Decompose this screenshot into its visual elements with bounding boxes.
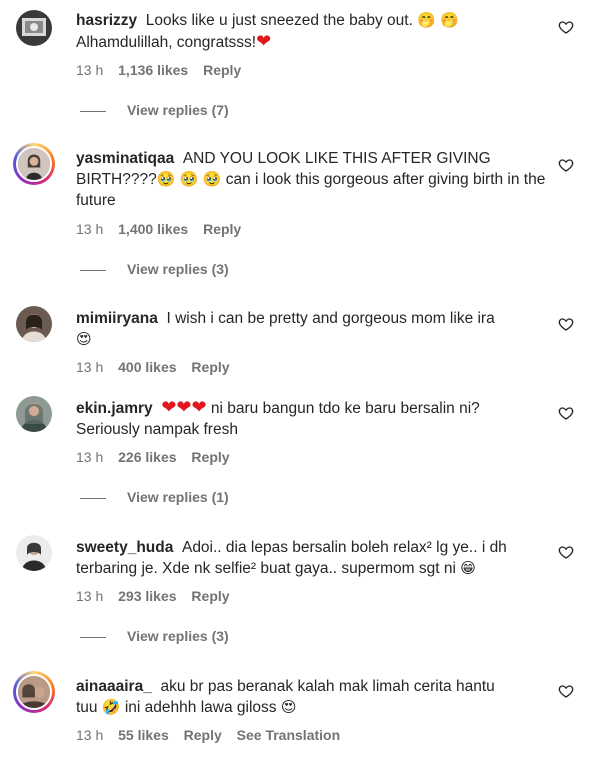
like-heart-icon[interactable] [558,19,574,35]
divider-line [80,110,106,112]
view-replies-label: View replies (7) [127,102,229,118]
comment-likes[interactable]: 55 likes [118,727,169,743]
comment-time[interactable]: 13 h [76,449,103,465]
comment-time[interactable]: 13 h [76,359,103,375]
like-heart-icon[interactable] [558,544,574,560]
comment-likes[interactable]: 293 likes [118,588,176,604]
reply-button[interactable]: Reply [203,62,241,78]
like-heart-icon[interactable] [558,157,574,173]
avatar-image [18,676,50,708]
comment-text: sweety_huda Adoi.. dia lepas bersalin bo… [76,537,546,579]
avatar-image [16,396,52,432]
comment-meta: 13 h 1,400 likes Reply [76,221,252,237]
comment-text: yasminatiqaa AND YOU LOOK LIKE THIS AFTE… [76,148,546,211]
comment-username[interactable]: yasminatiqaa [76,150,174,167]
comment-text: hasrizzy Looks like u just sneezed the b… [76,10,546,53]
comment-time[interactable]: 13 h [76,588,103,604]
comment-likes[interactable]: 1,136 likes [118,62,188,78]
comment-username[interactable]: ainaaaira_ [76,678,152,695]
avatar[interactable] [16,535,52,571]
divider-line [80,497,106,499]
avatar[interactable] [16,306,52,342]
reply-button[interactable]: Reply [191,359,229,375]
comment-likes[interactable]: 400 likes [118,359,176,375]
comment-username[interactable]: sweety_huda [76,539,173,556]
view-replies-label: View replies (3) [127,628,229,644]
view-replies-label: View replies (1) [127,489,229,505]
like-heart-icon[interactable] [558,316,574,332]
view-replies-button[interactable]: View replies (3) [80,628,229,644]
avatar-image [16,10,52,46]
avatar-image [16,535,52,571]
reply-button[interactable]: Reply [203,221,241,237]
comment-meta: 13 h 226 likes Reply [76,449,241,465]
comment-likes[interactable]: 1,400 likes [118,221,188,237]
comment-time[interactable]: 13 h [76,727,103,743]
comment-username[interactable]: hasrizzy [76,12,137,29]
comment-likes[interactable]: 226 likes [118,449,176,465]
comment-meta: 13 h 55 likes Reply See Translation [76,727,351,743]
comment-meta: 13 h 1,136 likes Reply [76,62,252,78]
divider-line [80,636,106,638]
view-replies-button[interactable]: View replies (7) [80,102,229,118]
avatar-image [18,148,50,180]
comment-meta: 13 h 400 likes Reply [76,359,241,375]
avatar[interactable] [13,143,55,185]
reply-button[interactable]: Reply [191,588,229,604]
reply-button[interactable]: Reply [184,727,222,743]
comment-time[interactable]: 13 h [76,221,103,237]
avatar[interactable] [16,10,52,46]
comment-username[interactable]: mimiiryana [76,310,158,327]
comment-time[interactable]: 13 h [76,62,103,78]
avatar[interactable] [16,396,52,432]
comment-username[interactable]: ekin.jamry [76,400,153,417]
view-replies-label: View replies (3) [127,261,229,277]
comment-text: ekin.jamry ❤❤❤ ni baru bangun tdo ke bar… [76,397,546,440]
avatar-image [16,306,52,342]
divider-line [80,269,106,271]
avatar[interactable] [13,671,55,713]
like-heart-icon[interactable] [558,683,574,699]
view-replies-button[interactable]: View replies (3) [80,261,229,277]
reply-button[interactable]: Reply [191,449,229,465]
comment-meta: 13 h 293 likes Reply [76,588,241,604]
see-translation-button[interactable]: See Translation [237,727,340,743]
comment-text: ainaaaira_ aku br pas beranak kalah mak … [76,676,546,718]
like-heart-icon[interactable] [558,405,574,421]
comment-text: mimiiryana I wish i can be pretty and go… [76,308,546,350]
view-replies-button[interactable]: View replies (1) [80,489,229,505]
